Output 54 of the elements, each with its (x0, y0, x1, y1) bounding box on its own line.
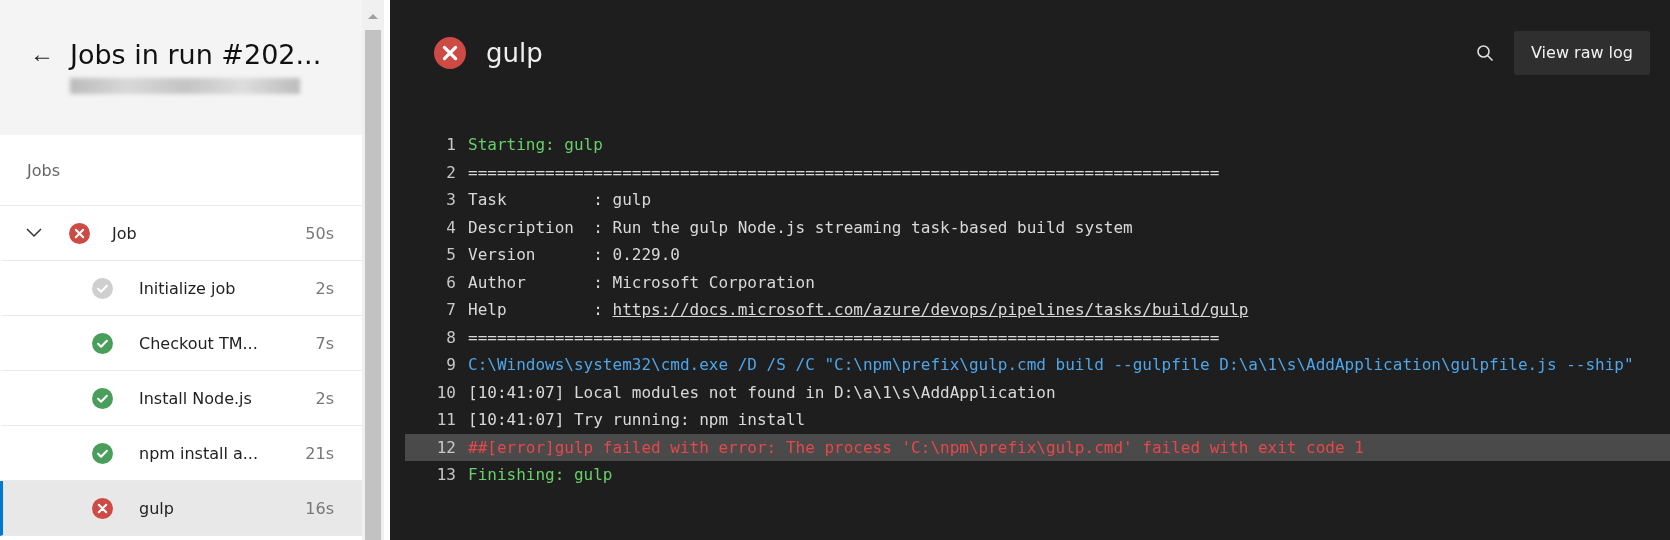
log-text: Help : (468, 300, 604, 320)
check-icon (92, 332, 113, 354)
line-number: 5 (445, 245, 457, 265)
log-text: C:\Windows\system32\cmd.exe /D /S /C "C:\npm\prefix\gulp.cmd build --gulpfile D:\a\1\s\AddApplication\gulpfile.js --ship" (468, 355, 1634, 375)
check-icon (92, 387, 113, 409)
step-name: Install Node.js (139, 388, 253, 408)
step-duration: 16s (305, 498, 334, 518)
log-text: ============================================================================== (468, 162, 1220, 182)
job-duration: 50s (305, 223, 334, 243)
log-text: ============================================================================== (468, 327, 1220, 347)
check-icon (92, 277, 113, 299)
line-number: 4 (445, 217, 457, 237)
search-icon[interactable] (1476, 43, 1494, 62)
log-text: [10:41:07] Local modules not found in D:\a\1\s\AddApplication (468, 382, 1056, 402)
step-name: Checkout TM... (139, 333, 259, 353)
line-number: 12 (435, 437, 457, 457)
scrollbar-thumb[interactable] (365, 30, 381, 540)
step-row[interactable]: gulp 16s (0, 481, 362, 536)
log-text: Task : gulp (468, 190, 652, 210)
step-name: gulp (139, 498, 175, 518)
log-text: Description : Run the gulp Node.js streaming task-based build system (468, 217, 1133, 237)
line-number: 9 (445, 355, 457, 375)
log-text: [10:41:07] Try running: npm install (468, 410, 806, 430)
line-number: 10 (435, 382, 457, 402)
line-number: 2 (445, 162, 457, 182)
log-text: Version : 0.229.0 (468, 245, 680, 265)
error-icon (434, 36, 466, 69)
line-number: 8 (445, 327, 457, 347)
error-icon (92, 497, 113, 519)
line-number: 3 (445, 190, 457, 210)
page-title: Jobs in run #202... (70, 38, 322, 72)
step-name: Initialize job (139, 278, 237, 298)
error-icon (69, 222, 90, 244)
help-link[interactable]: https://docs.microsoft.com/azure/devops/pipelines/tasks/build/gulp (612, 300, 1249, 320)
line-number: 7 (445, 300, 457, 320)
job-name: Job (112, 223, 138, 243)
step-duration: 2s (315, 278, 334, 298)
log-text: Finishing: gulp (468, 465, 613, 485)
step-duration: 21s (305, 443, 334, 463)
log-text: Starting: gulp (468, 135, 603, 155)
line-number: 6 (445, 272, 457, 292)
line-number: 13 (435, 465, 457, 485)
view-raw-log-button[interactable]: View raw log (1514, 30, 1650, 75)
step-name: npm install a... (139, 443, 259, 463)
line-number: 11 (435, 410, 457, 430)
log-text: Author : Microsoft Corporation (468, 272, 815, 292)
line-number: 1 (445, 135, 457, 155)
log-text: ##[error]gulp failed with error: The process 'C:\npm\prefix\gulp.cmd' failed with exit code 1 (468, 437, 1364, 457)
log-title: gulp (486, 37, 544, 68)
step-duration: 7s (315, 333, 334, 353)
step-duration: 2s (315, 388, 334, 408)
section-label: Jobs (27, 160, 60, 180)
check-icon (92, 442, 113, 464)
back-button[interactable]: ← (30, 38, 54, 70)
